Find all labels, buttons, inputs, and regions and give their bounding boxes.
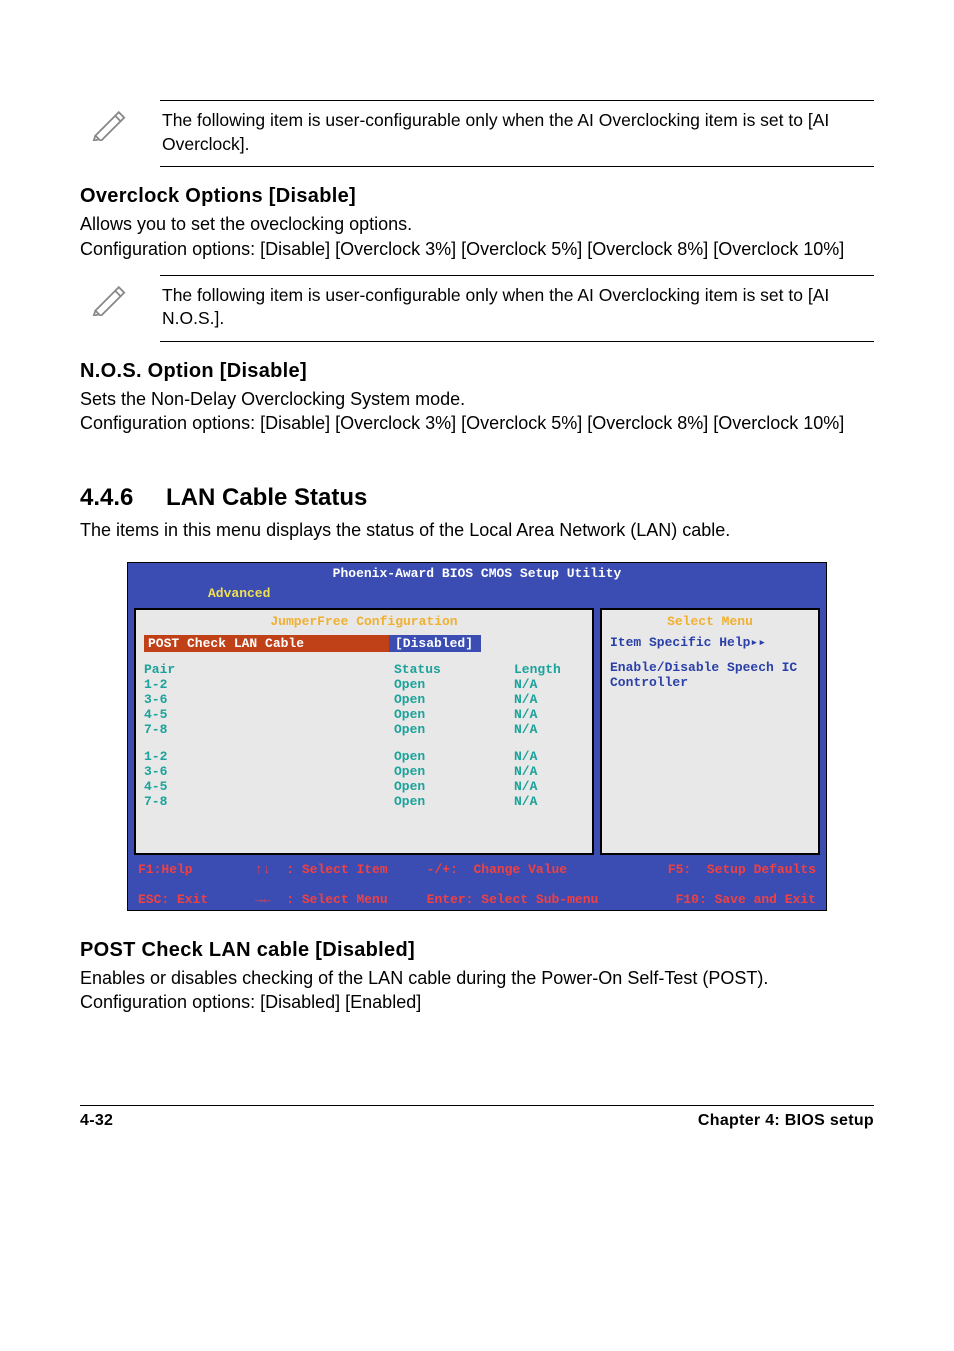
- cell-pair: 3-6: [144, 764, 394, 779]
- cell-length: N/A: [514, 707, 584, 722]
- bios-foot-enter: Enter: Select Sub-menu: [427, 892, 599, 907]
- bios-right-title: Select Menu: [610, 614, 810, 629]
- cell-length: N/A: [514, 794, 584, 809]
- bios-highlight-label: POST Check LAN Cable: [144, 635, 389, 652]
- bios-help-text: Enable/Disable Speech IC Controller: [610, 660, 810, 690]
- note-text-1: The following item is user-configurable …: [160, 100, 874, 167]
- bios-col-status: Status: [394, 662, 514, 677]
- note-text-2: The following item is user-configurable …: [160, 275, 874, 342]
- bios-highlight-row: POST Check LAN Cable [Disabled]: [144, 635, 584, 652]
- postcheck-heading: POST Check LAN cable [Disabled]: [80, 939, 874, 962]
- table-row: 1-2OpenN/A: [144, 749, 584, 764]
- bios-help-header: Item Specific Help▸▸: [610, 635, 810, 650]
- nos-heading: N.O.S. Option [Disable]: [80, 360, 874, 383]
- bios-foot-defaults: F5: Setup Defaults: [668, 862, 816, 877]
- cell-status: Open: [394, 779, 514, 794]
- bios-screenshot: Phoenix-Award BIOS CMOS Setup Utility Ad…: [127, 562, 827, 911]
- bios-left-panel: JumperFree Configuration POST Check LAN …: [134, 608, 594, 855]
- cell-length: N/A: [514, 692, 584, 707]
- cell-length: N/A: [514, 764, 584, 779]
- bios-foot-exit: ESC: Exit: [138, 892, 208, 907]
- note-block-2: The following item is user-configurable …: [80, 275, 874, 342]
- bios-foot-save: F10: Save and Exit: [676, 892, 816, 907]
- chapter-label: Chapter 4: BIOS setup: [698, 1112, 874, 1130]
- section-intro: The items in this menu displays the stat…: [80, 518, 874, 542]
- bios-table: Pair Status Length 1-2OpenN/A3-6OpenN/A4…: [144, 662, 584, 849]
- cell-status: Open: [394, 692, 514, 707]
- table-row: 1-2OpenN/A: [144, 677, 584, 692]
- cell-status: Open: [394, 794, 514, 809]
- bios-left-title: JumperFree Configuration: [144, 614, 584, 629]
- bios-footer: F1:Help ↑↓ : Select Item -/+: Change Val…: [128, 859, 826, 910]
- postcheck-body: Enables or disables checking of the LAN …: [80, 966, 874, 1015]
- bios-foot-selectitem: ↑↓ : Select Item: [255, 862, 388, 877]
- section-number: 4.4.6: [80, 484, 166, 512]
- cell-pair: 1-2: [144, 677, 394, 692]
- cell-status: Open: [394, 764, 514, 779]
- bios-col-length: Length: [514, 662, 584, 677]
- bios-tabbar: Advanced: [128, 584, 826, 604]
- table-row: 3-6OpenN/A: [144, 764, 584, 779]
- cell-status: Open: [394, 722, 514, 737]
- nos-body: Sets the Non-Delay Overclocking System m…: [80, 387, 874, 436]
- pencil-icon: [80, 275, 160, 321]
- bios-foot-selectmenu: →← : Select Menu: [255, 892, 388, 907]
- cell-pair: 3-6: [144, 692, 394, 707]
- table-row: 4-5OpenN/A: [144, 707, 584, 722]
- page-number: 4-32: [80, 1112, 113, 1130]
- section-title: LAN Cable Status: [166, 484, 367, 511]
- cell-status: Open: [394, 677, 514, 692]
- cell-pair: 4-5: [144, 707, 394, 722]
- bios-title: Phoenix-Award BIOS CMOS Setup Utility: [128, 563, 826, 584]
- table-row: 7-8OpenN/A: [144, 722, 584, 737]
- cell-length: N/A: [514, 722, 584, 737]
- cell-status: Open: [394, 749, 514, 764]
- cell-pair: 4-5: [144, 779, 394, 794]
- cell-length: N/A: [514, 677, 584, 692]
- bios-right-panel: Select Menu Item Specific Help▸▸ Enable/…: [600, 608, 820, 855]
- overclock-body: Allows you to set the oveclocking option…: [80, 212, 874, 261]
- bios-tab-advanced: Advanced: [198, 584, 280, 603]
- bios-highlight-value: [Disabled]: [389, 635, 481, 652]
- cell-pair: 7-8: [144, 794, 394, 809]
- pencil-icon: [80, 100, 160, 146]
- bios-foot-change: -/+: Change Value: [427, 862, 567, 877]
- cell-status: Open: [394, 707, 514, 722]
- table-row: 4-5OpenN/A: [144, 779, 584, 794]
- section-heading: 4.4.6LAN Cable Status: [80, 484, 874, 512]
- page-footer: 4-32 Chapter 4: BIOS setup: [80, 1105, 874, 1130]
- cell-length: N/A: [514, 749, 584, 764]
- table-row: 3-6OpenN/A: [144, 692, 584, 707]
- cell-pair: 7-8: [144, 722, 394, 737]
- bios-foot-help: F1:Help: [138, 862, 193, 877]
- note-block-1: The following item is user-configurable …: [80, 100, 874, 167]
- cell-pair: 1-2: [144, 749, 394, 764]
- bios-col-pair: Pair: [144, 662, 394, 677]
- cell-length: N/A: [514, 779, 584, 794]
- overclock-heading: Overclock Options [Disable]: [80, 185, 874, 208]
- table-row: 7-8OpenN/A: [144, 794, 584, 809]
